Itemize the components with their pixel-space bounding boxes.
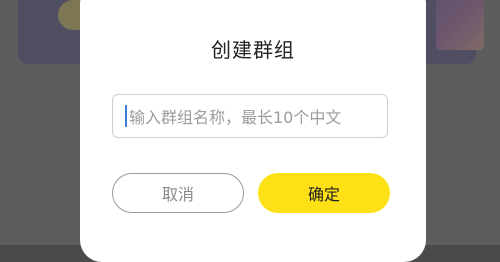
text-cursor — [125, 105, 127, 127]
group-name-placeholder: 输入群组名称，最长10个中文 — [129, 108, 342, 127]
dialog-title: 创建群组 — [211, 38, 295, 62]
cancel-button[interactable]: 取消 — [112, 173, 244, 213]
cancel-button-label: 取消 — [161, 185, 194, 204]
group-name-input[interactable]: 输入群组名称，最长10个中文 — [112, 94, 388, 138]
create-group-dialog: 创建群组 输入群组名称，最长10个中文 取消 确定 — [80, 0, 426, 262]
confirm-button-label: 确定 — [307, 185, 340, 204]
confirm-button[interactable]: 确定 — [258, 173, 390, 213]
